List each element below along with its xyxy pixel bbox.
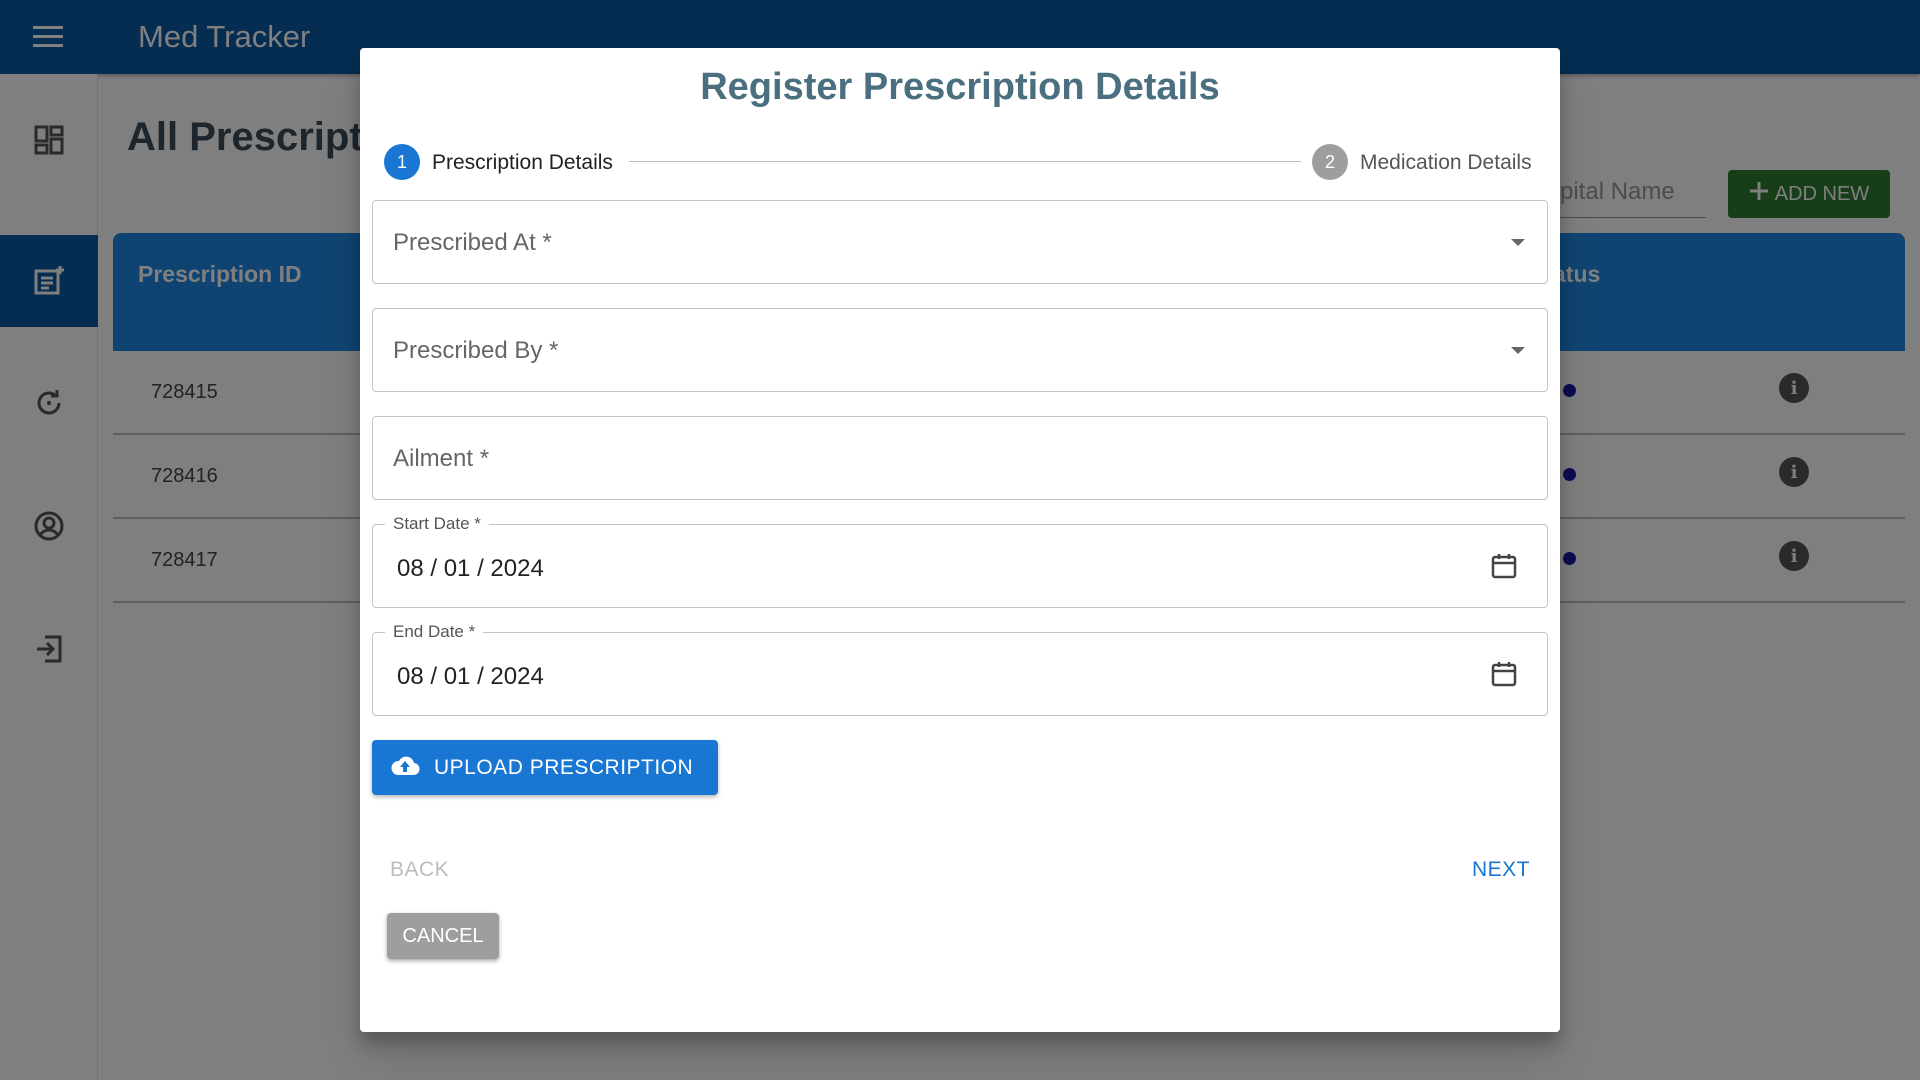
cloud-upload-icon — [390, 754, 420, 782]
step-connector — [629, 161, 1301, 162]
calendar-icon[interactable] — [1491, 553, 1517, 584]
prescribed-at-label: Prescribed At * — [393, 229, 552, 256]
step-1-circle: 1 — [384, 144, 420, 180]
start-date-input[interactable]: Start Date * 08 / 01 / 2024 — [372, 514, 1548, 608]
step-2-circle: 2 — [1312, 144, 1348, 180]
prescribed-at-select[interactable]: Prescribed At * — [372, 200, 1548, 284]
upload-prescription-button[interactable]: UPLOAD PRESCRIPTION — [372, 740, 718, 795]
dialog-title: Register Prescription Details — [700, 66, 1220, 108]
stepper: 1 Prescription Details 2 Medication Deta… — [384, 144, 1536, 182]
ailment-label: Ailment * — [393, 445, 490, 472]
back-button[interactable]: BACK — [390, 858, 449, 882]
dropdown-arrow-icon — [1511, 239, 1525, 246]
step-1-label: Prescription Details — [432, 151, 613, 174]
upload-label: UPLOAD PRESCRIPTION — [434, 755, 694, 779]
dropdown-arrow-icon — [1511, 347, 1525, 354]
end-date-value: 08 / 01 / 2024 — [397, 663, 544, 690]
prescribed-by-select[interactable]: Prescribed By * — [372, 308, 1548, 392]
ailment-input[interactable]: Ailment * — [372, 416, 1548, 500]
end-date-input[interactable]: End Date * 08 / 01 / 2024 — [372, 622, 1548, 716]
step-2-label: Medication Details — [1360, 151, 1532, 174]
prescribed-by-label: Prescribed By * — [393, 337, 559, 364]
end-date-label: End Date * — [385, 622, 484, 642]
cancel-button[interactable]: CANCEL — [387, 913, 499, 959]
register-prescription-dialog: Register Prescription Details 1 Prescrip… — [360, 48, 1560, 1032]
calendar-icon[interactable] — [1491, 661, 1517, 692]
start-date-label: Start Date * — [385, 514, 489, 534]
start-date-value: 08 / 01 / 2024 — [397, 555, 544, 582]
next-button[interactable]: NEXT — [1472, 858, 1530, 882]
